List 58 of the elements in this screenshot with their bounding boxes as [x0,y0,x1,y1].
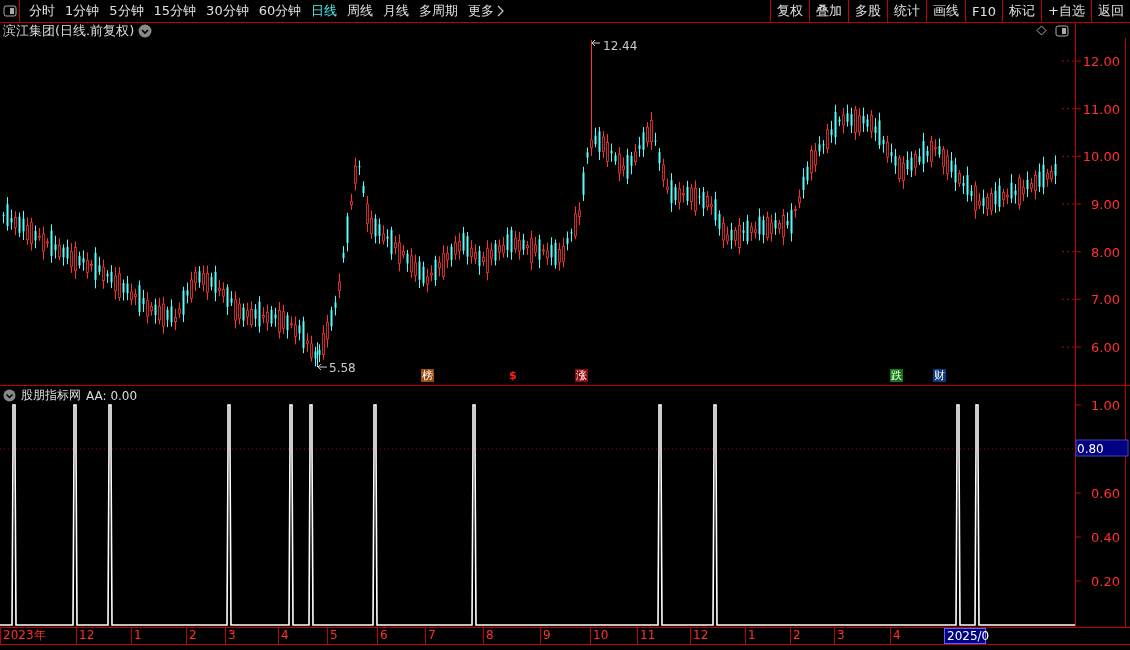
date-label: 10 [590,628,637,644]
period-tab[interactable]: 60分钟 [253,0,307,22]
event-badge[interactable]: 涨 [575,369,588,382]
price-axis-label: 10.00 [1082,149,1120,165]
event-badge[interactable]: 跌 [890,369,903,382]
date-label: 12 [690,628,745,644]
current-value-label: 0.80 [1075,439,1129,457]
indicator-axis-label: 0.20 [1091,574,1120,589]
period-tab[interactable]: 月线 [378,0,415,22]
period-tab[interactable]: 1分钟 [60,0,105,22]
diamond-icon[interactable] [1036,25,1047,36]
price-axis-label: 7.00 [1091,292,1120,308]
date-label: 7 [425,628,483,644]
date-label: 2 [790,628,834,644]
low-price-label: 5.58 [329,361,356,376]
period-tab[interactable]: 30分钟 [201,0,254,22]
period-tab[interactable]: 5分钟 [104,0,149,22]
price-axis-label: 11.00 [1082,101,1120,117]
date-label: 8 [483,628,540,644]
period-tab[interactable]: 分时 [24,0,60,22]
period-tab[interactable]: 更多 [463,0,511,22]
date-label: 2 [186,628,225,644]
date-label: 1 [131,628,186,644]
date-label: 3 [834,628,890,644]
indicator-reading: AA: 0.00 [86,388,138,403]
high-price-label: 12.44 [603,39,638,53]
period-tab[interactable]: 15分钟 [148,0,202,22]
leader-line [317,363,328,371]
panel-toggle-icon[interactable] [0,0,20,22]
indicator-axis-label: 0.40 [1091,530,1120,545]
indicator-axis-label: 1.00 [1091,398,1120,413]
date-label: 6 [377,628,425,644]
indicator-axis-label: 0.60 [1091,486,1120,501]
date-label: 4 [278,628,327,644]
indicator-title: 股朋指标网 [21,387,81,404]
date-label: 5 [327,628,377,644]
chevron-icon [497,5,506,17]
event-badge[interactable]: $ [508,369,518,382]
price-axis-label: 8.00 [1091,244,1120,260]
date-label: 11 [637,628,690,644]
period-tab[interactable]: 多周期 [414,0,464,22]
price-axis-label: 12.00 [1082,54,1120,69]
chart-title: 滨江集团(日线.前复权) [3,21,135,40]
period-tab[interactable]: 日线 [306,0,343,22]
panel-toggle-icon[interactable] [1055,24,1069,37]
date-label: 12 [76,628,131,644]
event-badge[interactable]: 榜 [421,369,434,382]
price-axis-label: 6.00 [1091,340,1120,355]
leader-line [591,39,601,47]
date-label: 3 [225,628,278,644]
dropdown-icon[interactable] [3,389,16,402]
event-badge[interactable]: 财 [933,369,946,382]
date-label: 2023年 [0,628,76,644]
dropdown-icon[interactable] [138,23,153,38]
date-label: 9 [540,628,590,644]
price-axis-label: 9.00 [1091,197,1120,212]
date-label: 1 [745,628,790,644]
period-tab[interactable]: 周线 [342,0,379,22]
